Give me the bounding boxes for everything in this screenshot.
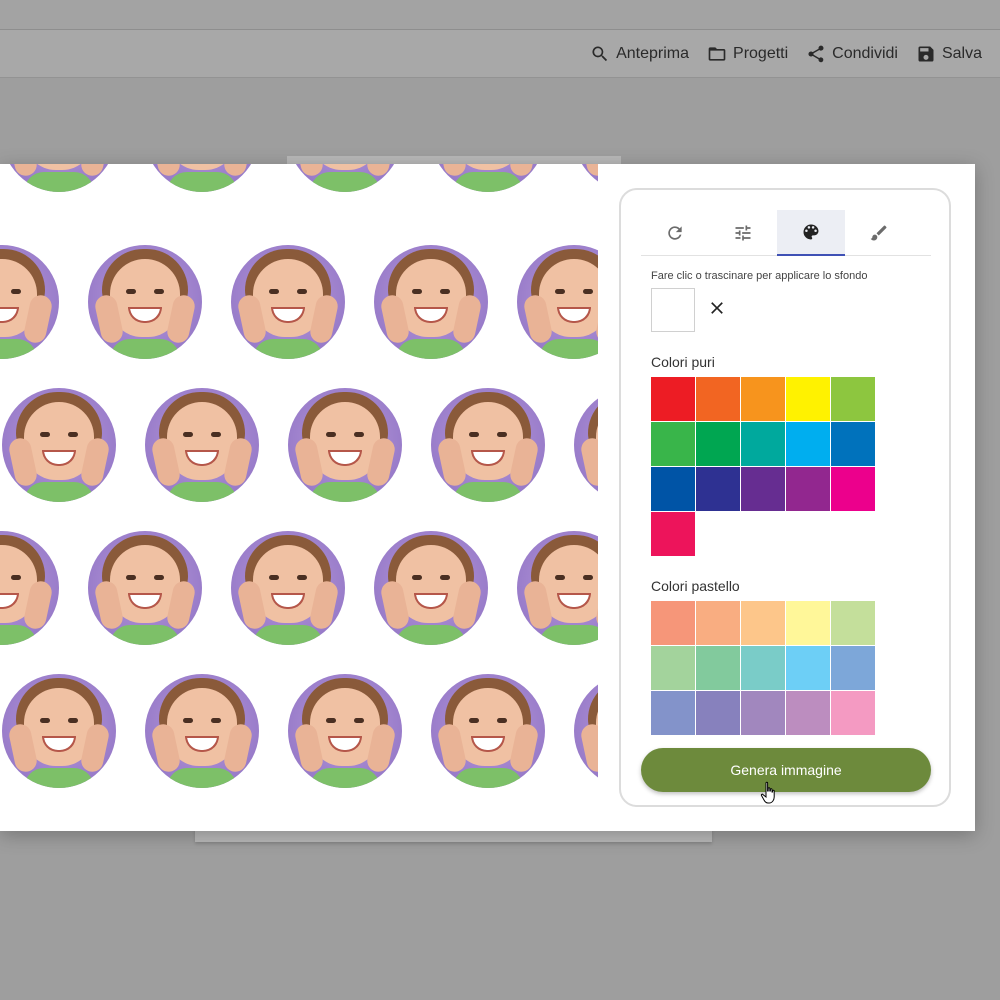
pattern-photo-tile	[145, 388, 259, 502]
save-label: Salva	[941, 44, 982, 62]
share-label: Condividi	[832, 44, 898, 62]
pattern-photo-tile	[374, 245, 488, 359]
pattern-preview	[0, 164, 598, 831]
pattern-photo-tile	[88, 245, 202, 359]
refresh-icon	[668, 226, 682, 240]
pure-color-swatch[interactable]	[651, 512, 695, 556]
pure-color-swatch[interactable]	[741, 467, 785, 511]
panel-tabs	[641, 210, 931, 256]
pattern-photo-tile	[2, 674, 116, 788]
pure-color-swatch[interactable]	[651, 377, 695, 421]
current-background-swatch[interactable]	[651, 288, 695, 332]
pattern-photo-tile	[2, 388, 116, 502]
pattern-photo-tile	[374, 531, 488, 645]
pattern-photo-tile	[574, 388, 598, 502]
search-icon	[592, 46, 608, 61]
save-button[interactable]: Salva	[916, 44, 982, 64]
pattern-photo-tile	[231, 531, 345, 645]
pure-colors-grid	[651, 377, 875, 556]
sliders-icon	[735, 225, 751, 241]
pattern-photo-tile	[288, 164, 402, 192]
pattern-photo-tile	[431, 388, 545, 502]
pattern-photo-tile	[145, 674, 259, 788]
tab-background-color[interactable]	[777, 210, 845, 256]
pattern-photo-tile	[145, 164, 259, 192]
pastel-color-swatch[interactable]	[741, 691, 785, 735]
top-bar	[0, 0, 1000, 30]
pastel-color-swatch[interactable]	[651, 691, 695, 735]
pure-color-swatch[interactable]	[786, 422, 830, 466]
brush-icon	[870, 225, 887, 241]
preview-button[interactable]: Anteprima	[590, 44, 689, 64]
pastel-color-swatch[interactable]	[786, 646, 830, 690]
pastel-color-swatch[interactable]	[741, 601, 785, 645]
pattern-photo-tile	[431, 164, 545, 192]
pastel-colors-title: Colori pastello	[651, 578, 740, 594]
projects-button[interactable]: Progetti	[707, 44, 788, 64]
palette-icon	[803, 224, 819, 240]
pure-color-swatch[interactable]	[741, 377, 785, 421]
pastel-color-swatch[interactable]	[651, 601, 695, 645]
pattern-photo-tile	[574, 164, 598, 192]
pastel-color-swatch[interactable]	[696, 691, 740, 735]
projects-label: Progetti	[733, 44, 789, 62]
pure-color-swatch[interactable]	[741, 422, 785, 466]
hand-cursor-icon	[760, 781, 775, 804]
tab-brush[interactable]	[845, 210, 913, 256]
pure-color-swatch[interactable]	[651, 422, 695, 466]
pastel-color-swatch[interactable]	[831, 601, 875, 645]
pattern-photo-tile	[288, 388, 402, 502]
folder-icon	[708, 46, 726, 61]
pattern-photo-tile	[431, 674, 545, 788]
apply-hint: Fare clic o trascinare per applicare lo …	[651, 270, 868, 282]
share-icon	[808, 45, 824, 62]
background-panel: Fare clic o trascinare per applicare lo …	[619, 188, 951, 807]
tab-adjust[interactable]	[709, 210, 777, 256]
pastel-color-swatch[interactable]	[696, 601, 740, 645]
pattern-photo-tile	[231, 245, 345, 359]
color-options-scroll: Fare clic o trascinare per applicare lo …	[641, 258, 933, 736]
pure-color-swatch[interactable]	[786, 467, 830, 511]
clear-background-button[interactable]	[707, 298, 727, 318]
pure-color-swatch[interactable]	[651, 467, 695, 511]
tab-reset[interactable]	[641, 210, 709, 256]
background-dialog: Fare clic o trascinare per applicare lo …	[0, 164, 975, 831]
close-icon	[711, 302, 723, 314]
editor-toolbar: Anteprima Progetti Condividi Salva	[0, 30, 1000, 78]
pastel-color-swatch[interactable]	[831, 691, 875, 735]
pure-color-swatch[interactable]	[696, 377, 740, 421]
pastel-color-swatch[interactable]	[786, 691, 830, 735]
pastel-color-swatch[interactable]	[696, 646, 740, 690]
pattern-photo-tile	[288, 674, 402, 788]
preview-label: Anteprima	[616, 44, 690, 62]
pure-color-swatch[interactable]	[831, 377, 875, 421]
pattern-photo-tile	[574, 674, 598, 788]
pattern-photo-tile	[2, 164, 116, 192]
pastel-color-swatch[interactable]	[741, 646, 785, 690]
generate-image-button[interactable]: Genera immagine	[641, 748, 931, 792]
pattern-photo-tile	[88, 531, 202, 645]
pastel-color-swatch[interactable]	[831, 646, 875, 690]
pastel-color-swatch[interactable]	[786, 601, 830, 645]
pure-colors-title: Colori puri	[651, 354, 715, 370]
pure-color-swatch[interactable]	[696, 467, 740, 511]
pure-color-swatch[interactable]	[831, 422, 875, 466]
share-button[interactable]: Condividi	[806, 44, 898, 64]
pure-color-swatch[interactable]	[786, 377, 830, 421]
pattern-photo-tile	[517, 245, 598, 359]
pastel-colors-grid	[651, 601, 875, 735]
floppy-icon	[918, 46, 934, 61]
pattern-photo-tile	[0, 531, 59, 645]
pure-color-swatch[interactable]	[696, 422, 740, 466]
pattern-photo-tile	[517, 531, 598, 645]
pastel-color-swatch[interactable]	[651, 646, 695, 690]
pure-color-swatch[interactable]	[831, 467, 875, 511]
pattern-photo-tile	[0, 245, 59, 359]
